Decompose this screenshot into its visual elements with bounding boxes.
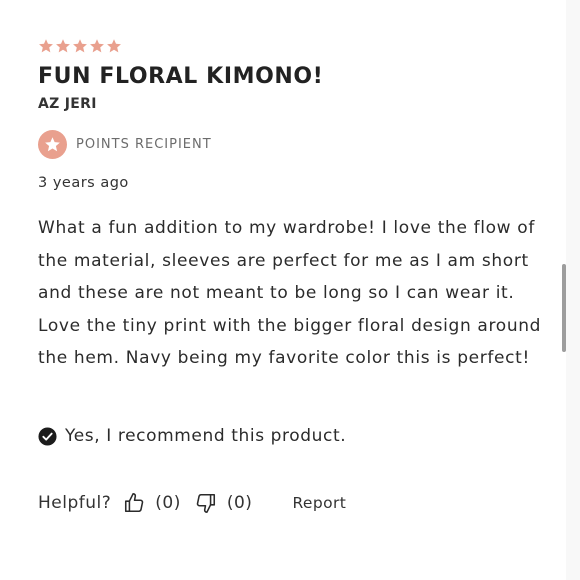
helpful-yes-count: (0) [155, 493, 181, 513]
helpful-yes-button[interactable]: (0) [123, 492, 181, 514]
recommendation: Yes, I recommend this product. [38, 426, 346, 446]
review-title: FUN FLORAL KIMONO! [38, 64, 324, 89]
reviewer-name: AZ JERI [38, 96, 97, 112]
review-timestamp: 3 years ago [38, 175, 129, 191]
recommend-text: Yes, I recommend this product. [65, 426, 347, 446]
star-icon [38, 130, 67, 159]
badge-label: POINTS RECIPIENT [76, 137, 212, 152]
star-icon [39, 39, 53, 53]
helpful-no-count: (0) [226, 493, 253, 513]
points-recipient-badge: POINTS RECIPIENT [38, 130, 212, 159]
scrollbar-thumb[interactable] [562, 264, 566, 352]
star-icon [90, 39, 104, 53]
check-circle-icon [38, 426, 57, 446]
helpful-no-button[interactable]: (0) [195, 492, 253, 514]
star-rating [38, 38, 122, 54]
star-icon [73, 39, 87, 53]
star-icon [56, 39, 70, 53]
review-body: What a fun addition to my wardrobe! I lo… [38, 218, 542, 369]
thumbs-down-icon [196, 493, 215, 513]
helpful-label: Helpful? [38, 493, 112, 513]
helpful-votes: Helpful? (0) (0) Report [38, 492, 346, 514]
review-card: FUN FLORAL KIMONO! AZ JERI POINTS RECIPI… [0, 0, 566, 580]
star-icon [107, 39, 121, 53]
thumbs-up-icon [125, 493, 144, 513]
report-link[interactable]: Report [292, 494, 346, 512]
